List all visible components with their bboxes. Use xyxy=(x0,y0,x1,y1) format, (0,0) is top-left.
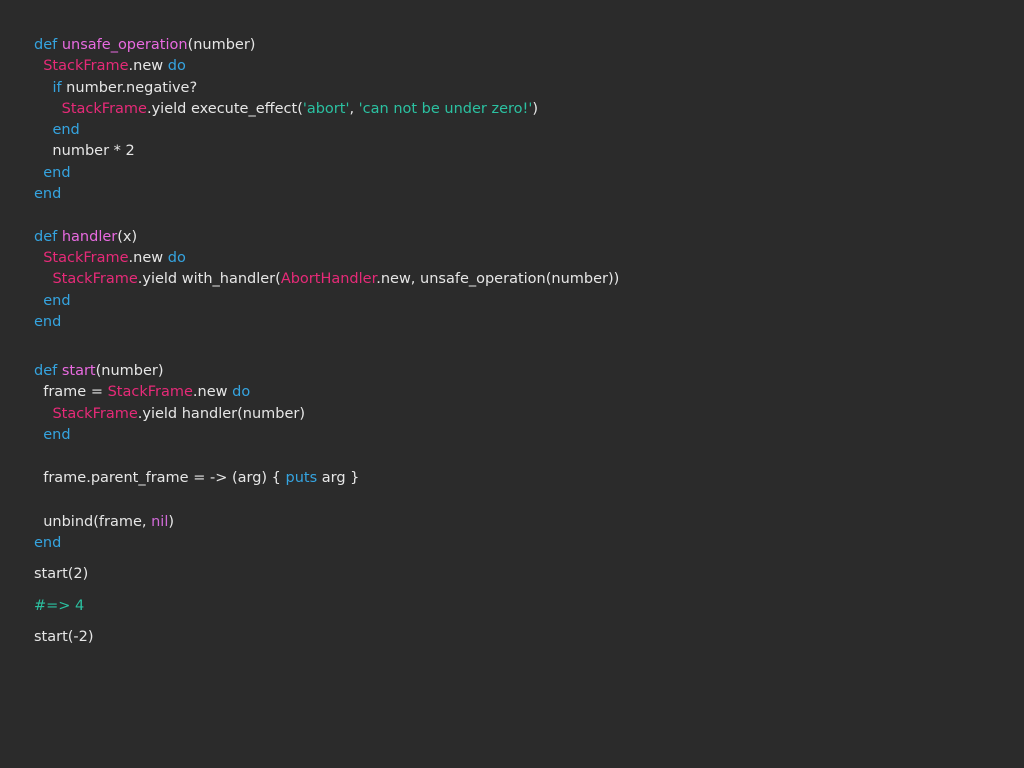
code-block: def unsafe_operation(number) StackFrame.… xyxy=(34,35,619,648)
code-line: frame = StackFrame.new do xyxy=(34,384,251,401)
code-line: end xyxy=(43,164,71,181)
code-line: StackFrame.yield execute_effect('abort',… xyxy=(61,100,538,117)
code-line: StackFrame.new do xyxy=(43,249,186,266)
code-line: end xyxy=(34,534,62,551)
code-line: def unsafe_operation(number) xyxy=(34,37,256,53)
code-line: end xyxy=(34,313,62,330)
code-line: end xyxy=(43,292,71,309)
code-line: number * 2 xyxy=(34,143,135,160)
code-line: end xyxy=(34,186,62,203)
code-line: unbind(frame, nil) xyxy=(34,513,175,530)
code-line: if number.negative? xyxy=(52,79,198,96)
code-line: start(2) xyxy=(34,566,89,583)
code-line: end xyxy=(43,427,71,444)
code-line: start(-2) xyxy=(34,628,94,645)
code-line: StackFrame.yield handler(number) xyxy=(52,405,306,422)
code-line: end xyxy=(52,122,80,139)
code-line: StackFrame.new do xyxy=(43,58,186,75)
code-line: frame.parent_frame = -> (arg) { puts arg… xyxy=(34,470,360,487)
code-slide: def unsafe_operation(number) StackFrame.… xyxy=(0,0,1024,768)
code-line: def start(number) xyxy=(34,363,164,380)
code-comment: #=> 4 xyxy=(34,597,85,614)
code-line: StackFrame.yield with_handler(AbortHandl… xyxy=(52,271,620,288)
code-line: def handler(x) xyxy=(34,228,138,245)
